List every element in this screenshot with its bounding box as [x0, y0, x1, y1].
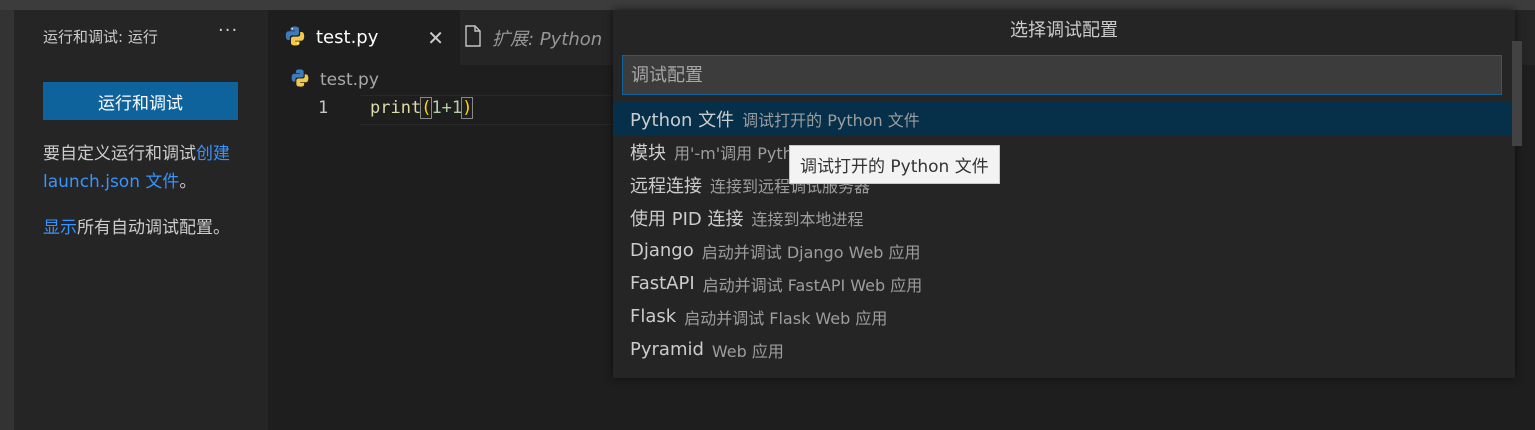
- quick-pick-item-python-file[interactable]: Python 文件 调试打开的 Python 文件: [613, 102, 1515, 135]
- item-label: FastAPI: [630, 273, 695, 294]
- item-label: Pyramid: [630, 339, 704, 360]
- tab-extension-python[interactable]: 扩展: Python: [444, 10, 634, 65]
- tab-label: test.py: [316, 27, 379, 48]
- quick-pick-input[interactable]: [622, 55, 1502, 95]
- customize-help-text: 要自定义运行和调试创建 launch.json 文件。: [43, 140, 248, 196]
- code-line[interactable]: print(1+1): [370, 97, 474, 119]
- file-icon: [464, 24, 482, 51]
- item-label: 使用 PID 连接: [630, 208, 744, 230]
- activity-bar: [0, 10, 14, 430]
- item-description: 连接到本地进程: [751, 209, 864, 229]
- quick-pick-item-remote-attach[interactable]: 远程连接 连接到远程调试服务器: [613, 168, 1515, 201]
- item-description: 启动并调试 FastAPI Web 应用: [702, 275, 923, 295]
- quick-pick-item-attach-pid[interactable]: 使用 PID 连接 连接到本地进程: [613, 201, 1515, 234]
- more-actions-icon[interactable]: ···: [218, 20, 238, 41]
- item-description: 调试打开的 Python 文件: [742, 110, 920, 130]
- python-icon: [284, 25, 306, 51]
- help-suffix: 。: [179, 172, 197, 192]
- quick-pick-item-flask[interactable]: Flask 启动并调试 Flask Web 应用: [613, 300, 1515, 333]
- quick-pick-item-django[interactable]: Django 启动并调试 Django Web 应用: [613, 234, 1515, 267]
- quick-pick-title: 选择调试配置: [1010, 20, 1118, 41]
- item-label: Flask: [630, 306, 677, 327]
- item-label: 远程连接: [630, 175, 702, 197]
- code-open-paren: (: [420, 97, 433, 119]
- item-description: Web 应用: [711, 341, 784, 361]
- quick-pick-item-module[interactable]: 模块 用'-m'调用 Python 模块来调试: [613, 135, 1515, 168]
- item-description: 启动并调试 Flask Web 应用: [684, 308, 888, 328]
- code-function: print: [370, 98, 422, 118]
- item-label: Django: [630, 240, 694, 261]
- tab-label: 扩展: Python: [492, 28, 603, 50]
- quick-pick-item-fastapi[interactable]: FastAPI 启动并调试 FastAPI Web 应用: [613, 267, 1515, 300]
- line-number: 1: [318, 98, 329, 118]
- item-label: Python 文件: [630, 109, 735, 131]
- item-description: 启动并调试 Django Web 应用: [701, 242, 921, 262]
- run-debug-sidebar: 运行和调试: 运行 ··· 运行和调试 要自定义运行和调试创建 launch.j…: [14, 10, 268, 430]
- code-args: 1+1: [431, 98, 463, 118]
- editor-scrollbar-thumb[interactable]: [1512, 41, 1522, 146]
- sidebar-title: 运行和调试: 运行: [43, 28, 158, 46]
- breadcrumb-file: test.py: [320, 70, 379, 90]
- quick-pick-list: Python 文件 调试打开的 Python 文件 模块 用'-m'调用 Pyt…: [613, 102, 1515, 366]
- hover-tooltip: 调试打开的 Python 文件: [789, 145, 1000, 184]
- tab-test-py[interactable]: test.py ✕: [268, 10, 460, 65]
- debug-config-quick-pick: 选择调试配置 Python 文件 调试打开的 Python 文件 模块 用'-m…: [613, 10, 1515, 378]
- quick-pick-item-pyramid[interactable]: Pyramid Web 应用: [613, 333, 1515, 366]
- help-prefix: 要自定义运行和调试: [43, 144, 196, 164]
- code-close-paren: ): [461, 97, 474, 119]
- run-and-debug-button[interactable]: 运行和调试: [43, 82, 238, 120]
- show-all-text: 显示所有自动调试配置。: [43, 214, 248, 242]
- close-icon[interactable]: ✕: [427, 26, 444, 50]
- breadcrumb[interactable]: test.py: [290, 68, 379, 92]
- item-label: 模块: [630, 142, 666, 164]
- show-all-suffix: 所有自动调试配置。: [77, 218, 230, 238]
- python-icon: [290, 68, 310, 92]
- show-all-link[interactable]: 显示: [43, 218, 77, 238]
- title-bar-strip: [0, 0, 1535, 10]
